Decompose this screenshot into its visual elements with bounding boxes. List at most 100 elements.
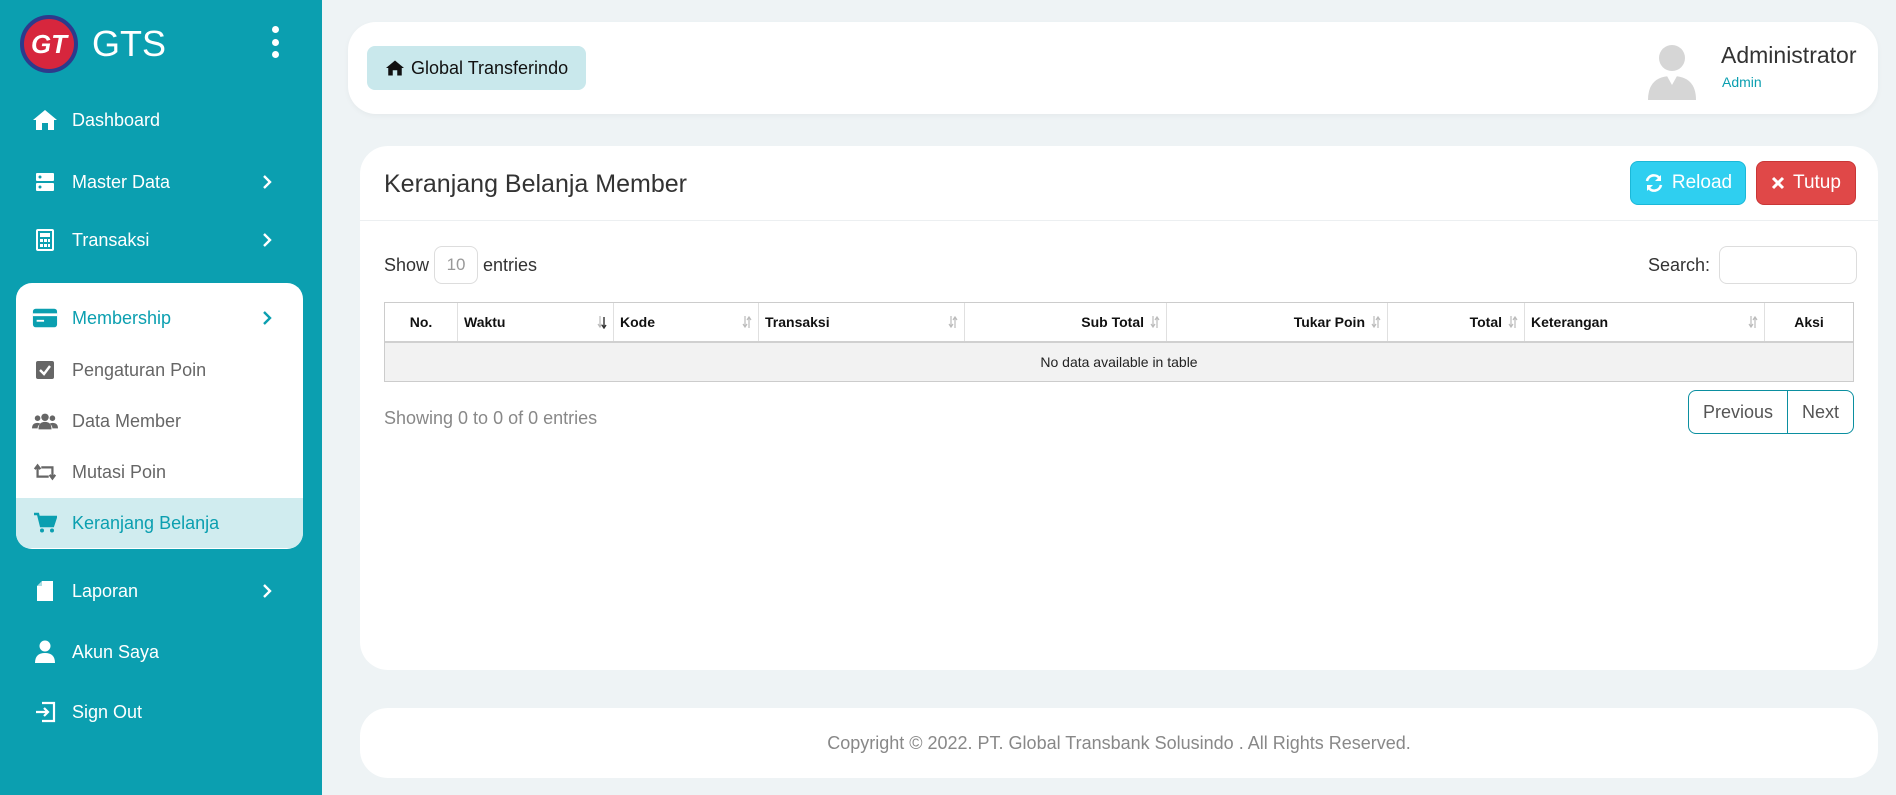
sidebar-subitem-label: Pengaturan Poin (72, 359, 207, 380)
sidebar-item-label: Master Data (72, 171, 171, 192)
sidebar-subitem-keranjang-belanja[interactable]: Keranjang Belanja (16, 498, 303, 548)
table-header: No. Waktu Kode Transaksi Sub Total Tukar… (385, 303, 1853, 343)
entries-select[interactable]: 10 (434, 246, 479, 284)
user-name: Administrator (1721, 42, 1857, 68)
sidebar-subitem-label: Data Member (72, 410, 182, 431)
column-header-keterangan[interactable]: Keterangan (1525, 303, 1765, 341)
column-label: Sub Total (1081, 314, 1144, 330)
search-label: Search: (1648, 254, 1711, 275)
entries-label: entries (483, 254, 538, 275)
sidebar-subitem-data-member[interactable]: Data Member (16, 396, 303, 446)
sidebar-item-membership[interactable]: Membership (16, 293, 303, 343)
close-button[interactable]: Tutup (1756, 161, 1856, 205)
home-icon (32, 107, 58, 133)
column-label: Kode (620, 314, 655, 330)
chevron-right-icon (263, 584, 272, 598)
column-header-waktu[interactable]: Waktu (458, 303, 614, 341)
users-icon (32, 408, 58, 434)
sign-out-icon (32, 699, 58, 725)
column-label: Waktu (464, 314, 506, 330)
column-header-kode[interactable]: Kode (614, 303, 759, 341)
column-header-sub-total[interactable]: Sub Total (965, 303, 1167, 341)
table-info: Showing 0 to 0 of 0 entries (384, 408, 598, 428)
main-card: Keranjang Belanja Member Reload Tutup Sh… (360, 146, 1878, 670)
data-table: No. Waktu Kode Transaksi Sub Total Tukar… (384, 302, 1854, 382)
user-role: Admin (1722, 74, 1762, 90)
sidebar-item-label: Laporan (72, 580, 139, 601)
entries-length: Show 10 entries (384, 246, 537, 284)
column-header-tukar-poin[interactable]: Tukar Poin (1167, 303, 1388, 341)
sidebar-subitem-label: Mutasi Poin (72, 461, 167, 482)
brand[interactable]: GT GTS (20, 14, 166, 74)
sort-icon (1150, 315, 1160, 329)
top-header: Global Transferindo Administrator Admin (348, 22, 1878, 114)
logo: GT (20, 15, 78, 73)
file-icon (32, 578, 58, 604)
footer: Copyright © 2022. PT. Global Transbank S… (360, 708, 1878, 778)
sidebar-subitem-pengaturan-poin[interactable]: Pengaturan Poin (16, 345, 303, 395)
column-label: Transaksi (765, 314, 830, 330)
column-label: Keterangan (1531, 314, 1609, 330)
column-label: No. (409, 314, 433, 330)
chevron-right-icon (263, 175, 272, 189)
sidebar: GT GTS Dashboard Master Data Transaksi M… (0, 0, 322, 795)
sort-icon (742, 315, 752, 329)
calculator-icon (32, 227, 58, 253)
sidebar-subitem-mutasi-poin[interactable]: Mutasi Poin (16, 447, 303, 497)
table-search: Search: (1648, 246, 1858, 284)
reload-label: Reload (1671, 172, 1733, 193)
sort-desc-icon (597, 316, 607, 329)
page-title: Keranjang Belanja Member (384, 170, 687, 198)
sidebar-item-master-data[interactable]: Master Data (32, 162, 292, 202)
chevron-right-icon (263, 233, 272, 247)
column-label: Aksi (1794, 314, 1824, 330)
sidebar-item-transaksi[interactable]: Transaksi (32, 220, 292, 260)
sort-icon (1371, 315, 1381, 329)
column-header-no[interactable]: No. (385, 303, 458, 341)
next-button[interactable]: Next (1787, 391, 1853, 433)
sort-icon (948, 315, 958, 329)
show-label: Show (384, 254, 430, 275)
column-label: Tukar Poin (1293, 314, 1365, 330)
retweet-icon (32, 459, 58, 485)
reload-button[interactable]: Reload (1630, 161, 1746, 205)
avatar[interactable] (1642, 38, 1702, 100)
breadcrumb-label: Global Transferindo (411, 57, 569, 78)
brand-name: GTS (92, 23, 167, 64)
sidebar-item-label: Membership (72, 307, 172, 328)
column-label: Total (1469, 314, 1502, 330)
sidebar-item-sign-out[interactable]: Sign Out (32, 692, 292, 732)
sort-icon (1508, 315, 1518, 329)
copyright-text: Copyright © 2022. PT. Global Transbank S… (827, 732, 1411, 753)
sidebar-item-label: Dashboard (72, 109, 161, 130)
close-label: Tutup (1793, 172, 1841, 193)
server-icon (32, 169, 58, 195)
membership-panel: Membership Pengaturan Poin Data Member M… (16, 283, 303, 549)
column-header-aksi: Aksi (1765, 303, 1853, 341)
sidebar-item-label: Akun Saya (72, 641, 160, 662)
credit-card-icon (32, 305, 58, 331)
previous-button[interactable]: Previous (1689, 391, 1787, 433)
sidebar-item-akun-saya[interactable]: Akun Saya (32, 632, 292, 672)
breadcrumb-home[interactable]: Global Transferindo (367, 46, 587, 90)
home-icon (386, 60, 404, 76)
sidebar-subitem-label: Keranjang Belanja (72, 512, 220, 533)
column-header-transaksi[interactable]: Transaksi (759, 303, 965, 341)
divider (360, 220, 1878, 221)
sidebar-item-label: Transaksi (72, 229, 150, 250)
check-square-icon (32, 357, 58, 383)
sidebar-item-dashboard[interactable]: Dashboard (32, 100, 292, 140)
more-vertical-icon[interactable] (270, 26, 280, 58)
column-header-total[interactable]: Total (1388, 303, 1525, 341)
empty-table-message: No data available in table (385, 343, 1853, 381)
logo-text: GT (30, 28, 68, 59)
close-icon (1771, 176, 1785, 190)
sort-icon (1748, 315, 1758, 329)
sidebar-item-label: Sign Out (72, 701, 143, 722)
search-input[interactable] (1719, 246, 1858, 284)
user-icon (32, 639, 58, 665)
shopping-cart-icon (32, 510, 58, 536)
chevron-right-icon (263, 311, 272, 325)
pagination: Previous Next (1688, 390, 1854, 434)
sidebar-item-laporan[interactable]: Laporan (32, 571, 292, 611)
